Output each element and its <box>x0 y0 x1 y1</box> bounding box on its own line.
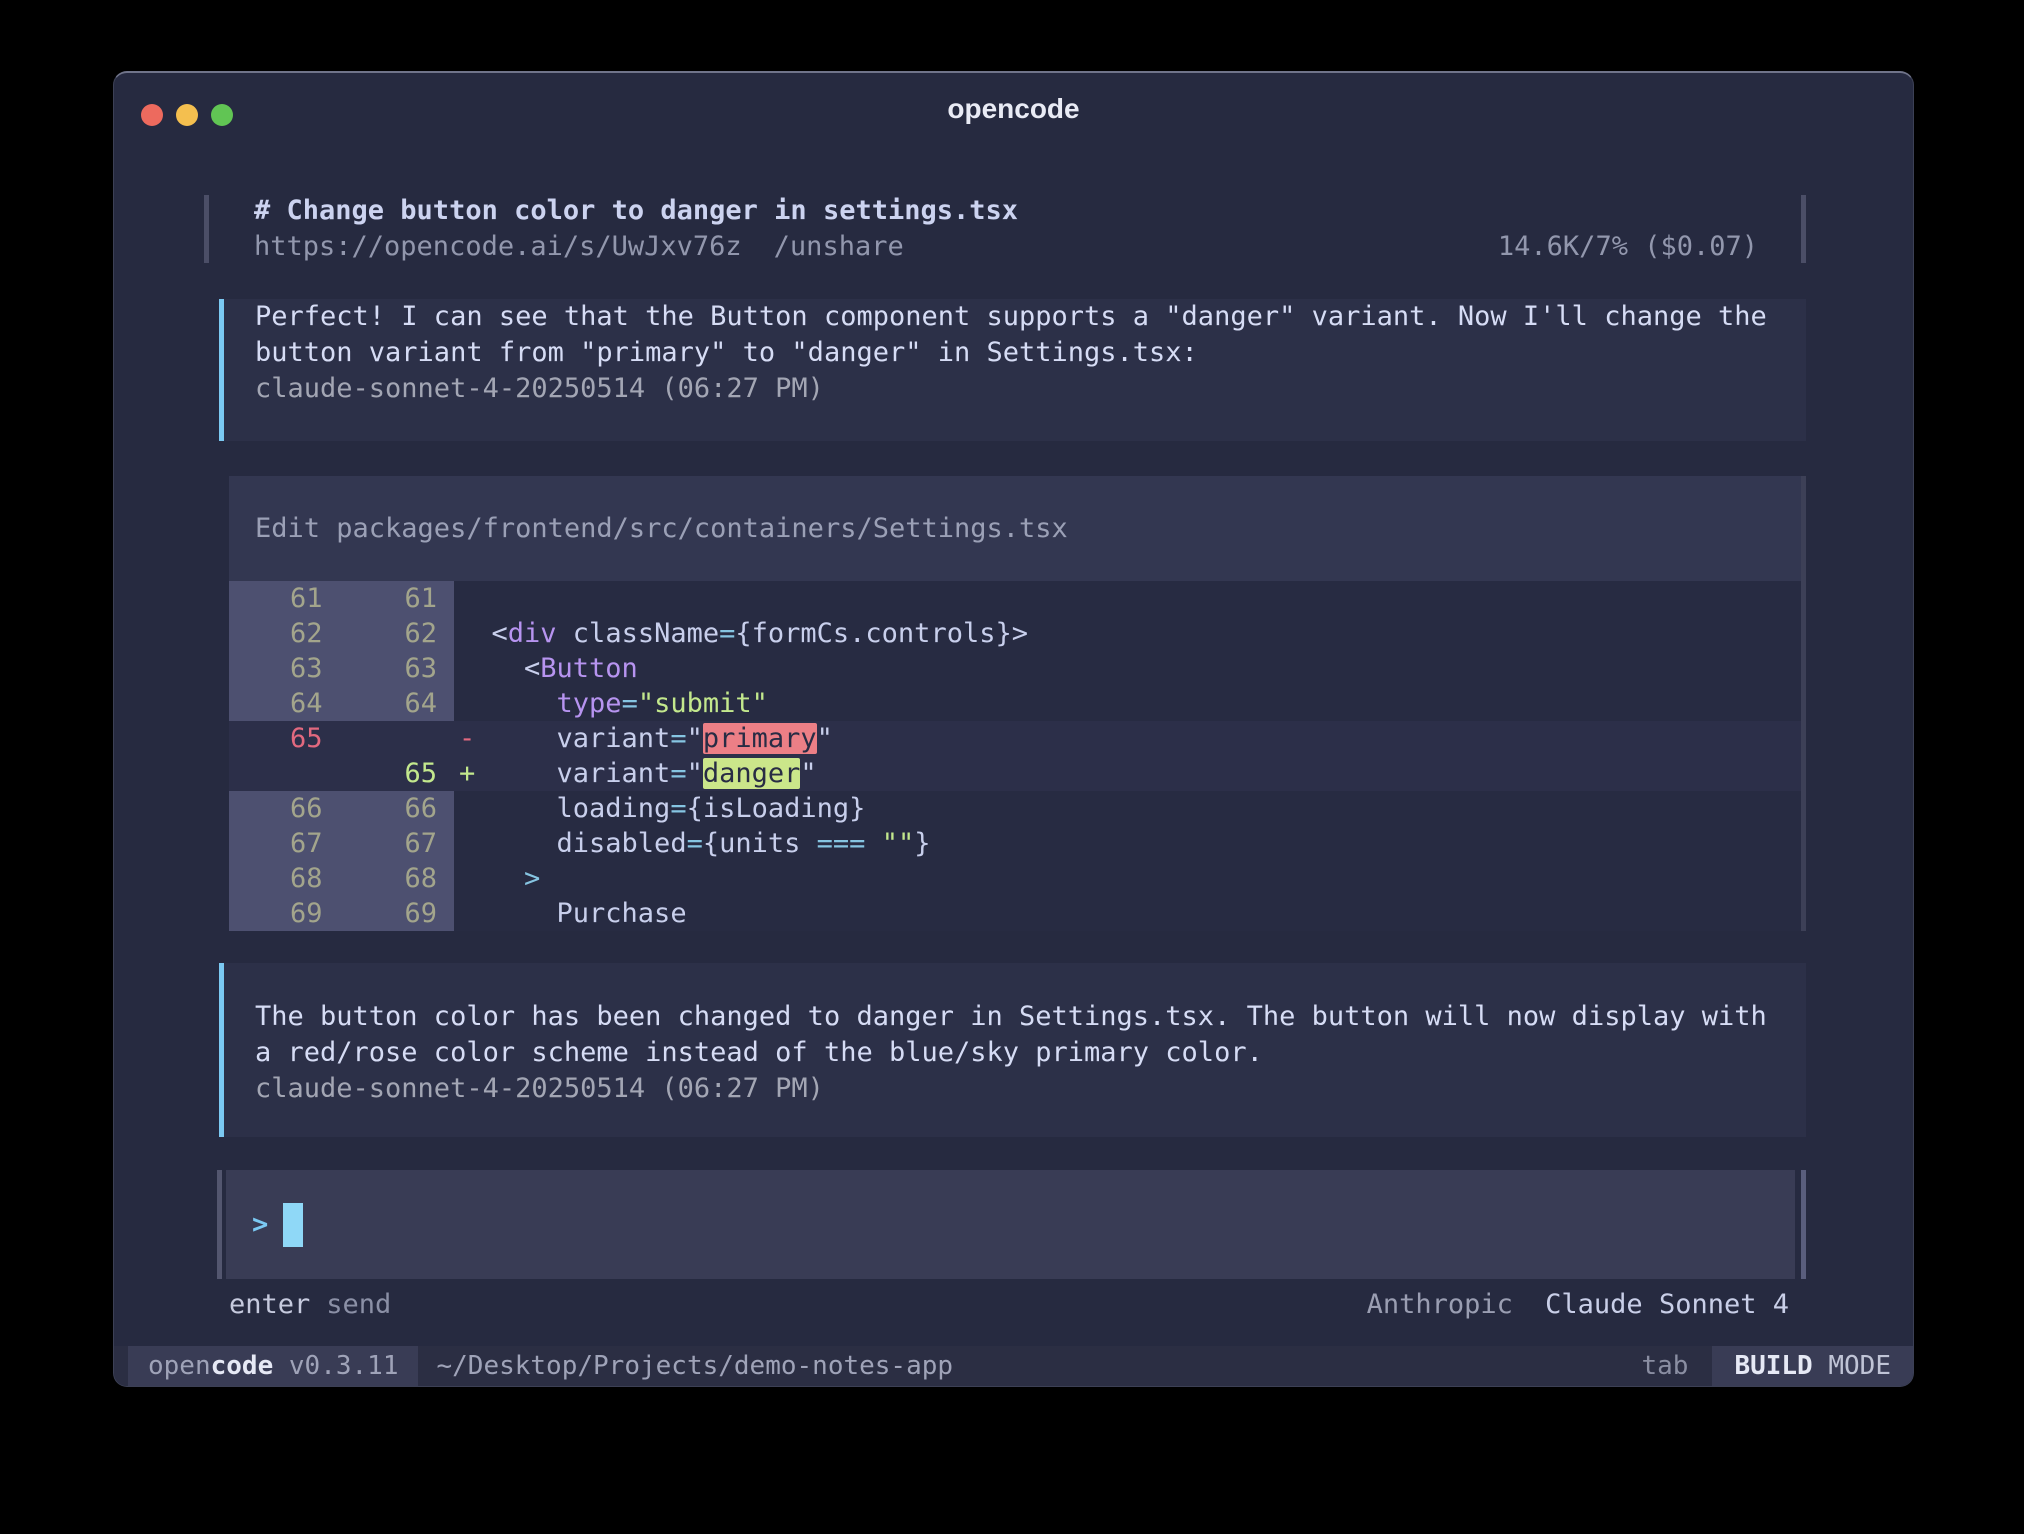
maximize-window-button[interactable] <box>211 104 233 126</box>
app-name-open: open <box>148 1351 211 1381</box>
diff-row: 6161 <box>229 581 1801 616</box>
assistant-message: The button color has been changed to dan… <box>219 963 1806 1137</box>
mode-label: MODE <box>1828 1351 1891 1381</box>
traffic-lights <box>141 104 233 126</box>
app-name-code: code <box>211 1351 274 1381</box>
close-window-button[interactable] <box>141 104 163 126</box>
diff-body: 6161 6262 <div className={formCs.control… <box>229 581 1801 931</box>
message-text: a red/rose color scheme instead of the b… <box>255 1035 1786 1071</box>
mode-build: BUILD <box>1734 1351 1812 1381</box>
unshare-command[interactable]: /unshare <box>774 229 904 265</box>
diff-row: 65+ variant="danger" <box>229 756 1801 791</box>
diff-row: 6868 > <box>229 861 1801 896</box>
enter-key-hint: enter <box>229 1287 310 1323</box>
input-left-bar <box>217 1170 222 1279</box>
diff-row: 6969 Purchase <box>229 896 1801 931</box>
status-bar: opencode v0.3.11 ~/Desktop/Projects/demo… <box>114 1346 1913 1386</box>
diff-row: 6767 disabled={units === ""} <box>229 826 1801 861</box>
opencode-window: opencode # Change button color to danger… <box>113 71 1914 1387</box>
context-stats: 14.6K/7% ($0.07) <box>1498 229 1758 265</box>
desktop: { "window": { "title": "opencode" }, "he… <box>0 0 2024 1534</box>
diff-row: 6464 type="submit" <box>229 686 1801 721</box>
session-title: # Change button color to danger in setti… <box>254 193 1018 229</box>
app-version-chip: opencode v0.3.11 <box>128 1346 418 1386</box>
mode-chip: BUILD MODE <box>1712 1346 1913 1386</box>
assistant-message: Perfect! I can see that the Button compo… <box>219 299 1806 441</box>
message-text: The button color has been changed to dan… <box>255 999 1786 1035</box>
message-text: button variant from "primary" to "danger… <box>255 335 1786 371</box>
window-title: opencode <box>947 93 1079 125</box>
diff-view: 6161 6262 <div className={formCs.control… <box>229 581 1801 931</box>
message-meta: claude-sonnet-4-20250514 (06:27 PM) <box>255 371 1786 407</box>
prompt-input[interactable]: > <box>226 1170 1795 1279</box>
edit-tool-block: Edit packages/frontend/src/containers/Se… <box>229 476 1806 931</box>
diff-row: 65- variant="primary" <box>229 721 1801 756</box>
hint-row: enter send Anthropic Claude Sonnet 4 <box>204 1287 1806 1323</box>
diff-row: 6363 <Button <box>229 651 1801 686</box>
model-label: Claude Sonnet 4 <box>1545 1289 1789 1320</box>
minimize-window-button[interactable] <box>176 104 198 126</box>
prompt-input-row: > <box>204 1170 1806 1279</box>
edit-tool-header: Edit packages/frontend/src/containers/Se… <box>229 476 1801 581</box>
header-left-bar <box>204 195 209 263</box>
message-text: Perfect! I can see that the Button compo… <box>255 299 1786 335</box>
titlebar: opencode <box>114 73 1913 145</box>
prompt-symbol: > <box>252 1209 268 1240</box>
diff-row: 6262 <div className={formCs.controls}> <box>229 616 1801 651</box>
edit-tool-title: Edit packages/frontend/src/containers/Se… <box>255 511 1801 547</box>
app-version: v0.3.11 <box>289 1351 399 1381</box>
tab-key-hint[interactable]: tab <box>1641 1346 1688 1386</box>
working-directory: ~/Desktop/Projects/demo-notes-app <box>436 1346 953 1386</box>
diff-row: 6666 loading={isLoading} <box>229 791 1801 826</box>
header-right-bar <box>1801 195 1806 263</box>
share-url[interactable]: https://opencode.ai/s/UwJxv76z <box>254 229 742 265</box>
provider-label: Anthropic <box>1367 1289 1513 1320</box>
send-action-hint: send <box>326 1287 391 1323</box>
session-header: # Change button color to danger in setti… <box>204 193 1806 265</box>
message-meta: claude-sonnet-4-20250514 (06:27 PM) <box>255 1071 1786 1107</box>
main-content: # Change button color to danger in setti… <box>204 145 1806 1346</box>
input-right-bar <box>1801 1170 1806 1279</box>
text-cursor <box>283 1203 303 1247</box>
